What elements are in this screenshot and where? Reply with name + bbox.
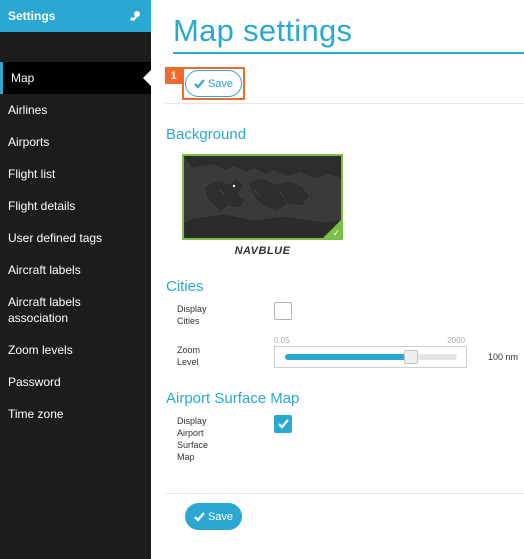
sidebar-header: Settings xyxy=(0,0,151,32)
page-title: Map settings xyxy=(173,13,353,48)
sidebar-item-label-line2: association xyxy=(8,311,69,325)
sidebar-item-flight-list[interactable]: Flight list xyxy=(0,158,151,190)
sidebar-item-label: User defined tags xyxy=(8,231,103,245)
sidebar-item-time-zone[interactable]: Time zone xyxy=(0,398,151,430)
save-button-bottom[interactable]: Save xyxy=(185,503,242,530)
display-airport-surface-label-line4: Map xyxy=(177,452,195,462)
save-button-label: Save xyxy=(207,510,234,523)
display-airport-surface-label-line3: Surface xyxy=(177,440,209,450)
sidebar-item-label: Password xyxy=(8,375,61,389)
divider xyxy=(165,103,524,104)
zoom-slider-min: 0.05 xyxy=(274,336,290,345)
sidebar-item-label: Flight list xyxy=(8,167,56,181)
sidebar-item-label: Airlines xyxy=(8,103,48,117)
save-button-label: Save xyxy=(207,77,234,90)
zoom-level-label-line1: Zoom xyxy=(177,345,201,355)
divider xyxy=(165,493,524,494)
sidebar-item-map[interactable]: Map xyxy=(0,62,151,94)
sidebar-item-zoom-levels[interactable]: Zoom levels xyxy=(0,334,151,366)
slider-fill xyxy=(285,354,411,360)
sidebar-item-label: Zoom levels xyxy=(8,343,73,357)
display-airport-surface-label-line1: Display xyxy=(177,416,207,426)
display-airport-surface-checkbox[interactable] xyxy=(274,415,292,433)
step-badge: 1 xyxy=(165,67,182,84)
sidebar-item-password[interactable]: Password xyxy=(0,366,151,398)
display-cities-label-line1: Display xyxy=(177,304,207,314)
display-airport-surface-label-line2: Airport xyxy=(177,428,204,438)
zoom-level-value: 100 nm xyxy=(488,352,519,362)
sidebar-item-label: Map xyxy=(11,71,35,85)
sidebar-title: Settings xyxy=(8,9,56,23)
title-divider xyxy=(173,52,524,54)
sidebar-item-label: Aircraft labels association xyxy=(8,294,81,326)
display-cities-label: Display Cities xyxy=(177,303,207,327)
display-cities-label-line2: Cities xyxy=(177,316,200,326)
check-icon xyxy=(194,511,205,522)
pin-icon[interactable] xyxy=(127,8,143,24)
sidebar-item-label: Aircraft labels xyxy=(8,263,81,277)
zoom-level-label: Zoom Level xyxy=(177,344,200,368)
sidebar: Settings Map Airlines Airports Flight li… xyxy=(0,0,151,559)
sidebar-item-aircraft-labels[interactable]: Aircraft labels xyxy=(0,254,151,286)
display-cities-checkbox[interactable] xyxy=(274,302,292,320)
cities-section-title: Cities xyxy=(166,278,204,295)
background-option-label: NAVBLUE xyxy=(234,245,291,257)
zoom-level-label-line2: Level xyxy=(177,357,199,367)
slider-handle[interactable] xyxy=(404,350,418,364)
sidebar-item-label: Airports xyxy=(8,135,50,149)
save-button-top[interactable]: Save xyxy=(185,70,242,97)
sidebar-item-airlines[interactable]: Airlines xyxy=(0,94,151,126)
background-section-title: Background xyxy=(166,126,247,143)
background-option-navblue[interactable]: ✓ xyxy=(182,154,343,240)
airport-surface-section-title: Airport Surface Map xyxy=(166,390,300,407)
check-icon xyxy=(277,419,289,429)
sidebar-item-flight-details[interactable]: Flight details xyxy=(0,190,151,222)
sidebar-item-user-defined-tags[interactable]: User defined tags xyxy=(0,222,151,254)
check-icon: ✓ xyxy=(332,228,340,238)
sidebar-item-label: Time zone xyxy=(8,407,64,421)
check-icon xyxy=(194,78,205,89)
sidebar-item-aircraft-labels-association[interactable]: Aircraft labels association xyxy=(0,286,151,334)
main-content: Map settings 1 Save Background ✓ NAVBLUE… xyxy=(151,0,524,559)
map-thumbnail xyxy=(184,156,341,238)
sidebar-item-airports[interactable]: Airports xyxy=(0,126,151,158)
display-airport-surface-label: Display Airport Surface Map xyxy=(177,415,208,463)
zoom-slider-max: 2000 xyxy=(447,336,465,345)
zoom-level-slider[interactable] xyxy=(274,346,467,368)
sidebar-item-label: Flight details xyxy=(8,199,76,213)
sidebar-item-label-line1: Aircraft labels xyxy=(8,295,81,309)
